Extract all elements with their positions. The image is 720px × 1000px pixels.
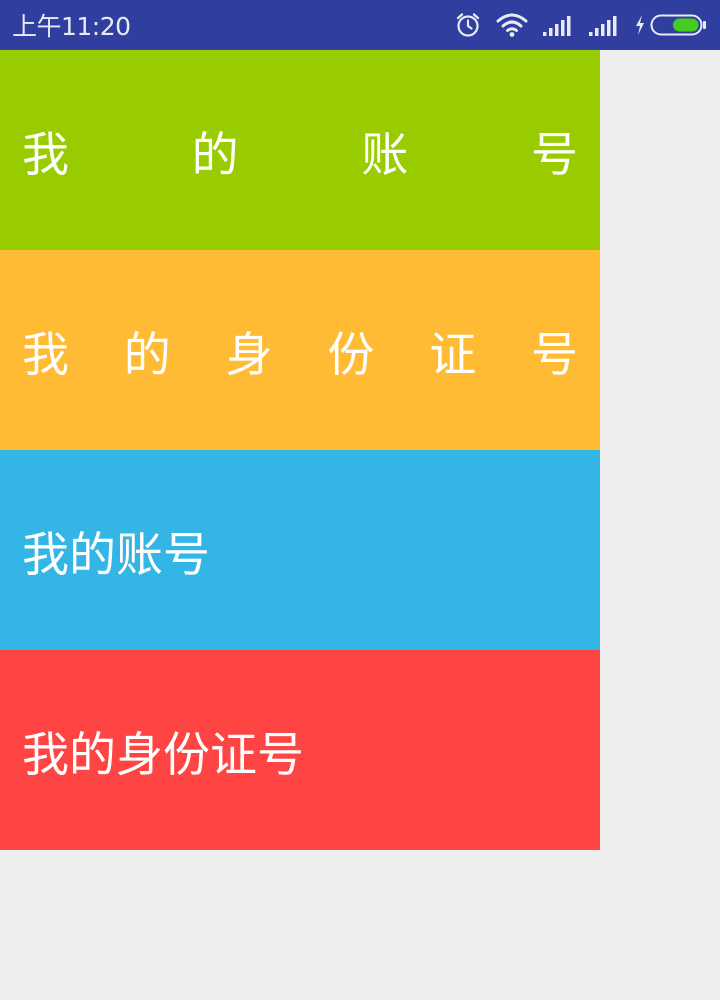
charging-battery bbox=[634, 13, 708, 37]
status-bar: 上午11:20 bbox=[0, 0, 720, 50]
char-5: 证 bbox=[429, 327, 477, 383]
content-list: 我 的 账 号 我 的 身 份 证 号 我的账号 我的身份证号 bbox=[0, 50, 600, 850]
alarm-icon bbox=[454, 11, 482, 39]
char-2: 的 bbox=[123, 327, 171, 383]
char-1: 我 bbox=[22, 127, 69, 183]
account-block: 我的账号 bbox=[0, 450, 600, 650]
status-time: 上午11:20 bbox=[12, 12, 131, 41]
char-4: 号 bbox=[530, 127, 578, 183]
id-number-label: 我的身份证号 bbox=[22, 727, 304, 783]
status-icons bbox=[454, 11, 708, 39]
char-3: 账 bbox=[361, 127, 409, 183]
char-4: 份 bbox=[327, 327, 375, 383]
char-1: 我 bbox=[22, 327, 69, 383]
signal-icon bbox=[542, 13, 574, 37]
account-justified-block: 我 的 账 号 bbox=[0, 50, 600, 250]
char-3: 身 bbox=[225, 327, 273, 383]
signal-icon bbox=[588, 13, 620, 37]
id-number-justified-block: 我 的 身 份 证 号 bbox=[0, 250, 600, 450]
char-2: 的 bbox=[191, 127, 239, 183]
id-number-block: 我的身份证号 bbox=[0, 650, 600, 850]
account-label: 我的账号 bbox=[22, 527, 210, 583]
wifi-icon bbox=[496, 12, 528, 38]
battery-icon bbox=[650, 13, 708, 37]
charging-icon bbox=[634, 14, 646, 36]
char-6: 号 bbox=[530, 327, 578, 383]
